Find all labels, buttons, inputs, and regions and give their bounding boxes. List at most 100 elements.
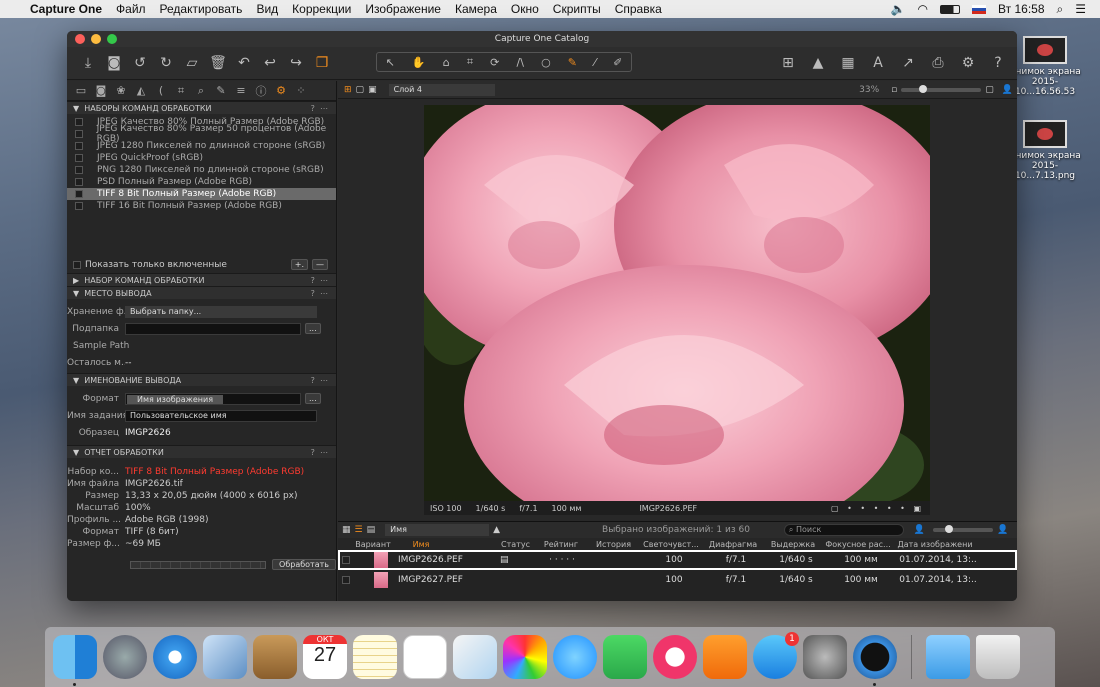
thumb-size-knob[interactable] <box>945 525 954 533</box>
section-process-recipes[interactable]: ▼ НАБОРЫ КОМАНД ОБРАБОТКИ? ⋯ <box>67 101 336 114</box>
help-icon[interactable]: ? <box>985 52 1011 74</box>
local-adjust-tab-icon[interactable]: ✎ <box>212 84 230 97</box>
exposure-tab-icon[interactable]: ◭ <box>132 84 150 97</box>
zoom-in-icon[interactable]: ▢ <box>985 85 994 95</box>
filmstrip-view-icon[interactable]: ▤ <box>367 525 376 535</box>
recipe-checkbox[interactable] <box>75 142 83 150</box>
reset-icon[interactable]: ↶ <box>231 52 257 74</box>
menu-view[interactable]: Вид <box>256 2 278 16</box>
zoom-button[interactable] <box>107 34 117 44</box>
recipe-item[interactable]: JPEG Качество 80% Размер 50 процентов (A… <box>67 124 336 144</box>
spot-removal-icon[interactable]: ○ <box>541 56 551 69</box>
section-controls-icon[interactable]: ? ⋯ <box>311 276 328 285</box>
recipe-checkbox[interactable] <box>75 202 83 210</box>
rotate-tool-icon[interactable]: ⟳ <box>490 56 499 69</box>
subfolder-more-button[interactable]: ... <box>305 323 321 334</box>
recipe-item[interactable]: JPEG QuickProof (sRGB) <box>67 152 336 164</box>
menu-file[interactable]: Файл <box>116 2 146 16</box>
system-preferences-icon[interactable] <box>803 635 847 679</box>
facetime-icon[interactable] <box>603 635 647 679</box>
folder-icon[interactable] <box>926 635 970 679</box>
section-output-location[interactable]: ▼ МЕСТО ВЫВОДА? ⋯ <box>67 286 336 299</box>
app-menu[interactable]: Capture One <box>30 2 102 16</box>
preview-icon[interactable] <box>453 635 497 679</box>
zoom-out-icon[interactable]: ▫ <box>891 85 897 95</box>
ibooks-icon[interactable] <box>703 635 747 679</box>
color-tab-icon[interactable]: ❀ <box>112 84 130 97</box>
itunes-icon[interactable] <box>653 635 697 679</box>
notes-icon[interactable] <box>353 635 397 679</box>
section-output-naming[interactable]: ▼ ИМЕНОВАНИЕ ВЫВОДА? ⋯ <box>67 373 336 386</box>
battery-icon[interactable] <box>940 4 961 14</box>
batch-tab-icon[interactable]: ⁘ <box>292 84 310 97</box>
menu-image[interactable]: Изображение <box>365 2 441 16</box>
loupe-icon[interactable]: ⌂ <box>443 56 450 69</box>
section-controls-icon[interactable]: ? ⋯ <box>311 448 328 457</box>
variants-icon[interactable]: ❐ <box>309 52 335 74</box>
show-enabled-checkbox[interactable] <box>73 260 81 269</box>
launchpad-icon[interactable] <box>103 635 147 679</box>
recipe-checkbox[interactable] <box>75 118 83 126</box>
menu-scripts[interactable]: Скрипты <box>553 2 601 16</box>
viewer-rating-icon[interactable]: ▢ • • • • • ▣ <box>831 504 924 513</box>
rotate-right-icon[interactable]: ↻ <box>153 52 179 74</box>
layer-select[interactable]: Слой 4 <box>388 83 495 96</box>
spotlight-icon[interactable]: ⌕ <box>1057 2 1064 17</box>
input-flag-icon[interactable] <box>972 4 987 14</box>
grid-view-icon[interactable]: ▦ <box>342 525 351 535</box>
format-field[interactable]: Имя изображения <box>125 392 301 405</box>
sort-direction-icon[interactable]: ▲ <box>493 525 500 535</box>
zoom-slider-knob[interactable] <box>919 84 928 93</box>
jobname-field[interactable]: Пользовательское имя <box>125 409 317 422</box>
crop-icon[interactable]: ⌗ <box>467 55 473 69</box>
format-more-button[interactable]: ... <box>305 393 321 404</box>
row-checkbox[interactable] <box>342 556 350 564</box>
safari-icon[interactable] <box>153 635 197 679</box>
section-controls-icon[interactable]: ? ⋯ <box>311 104 328 113</box>
remove-recipe-button[interactable]: — <box>312 259 328 270</box>
select-cursor-icon[interactable]: ↖ <box>386 56 395 69</box>
trash-icon[interactable]: 🗑 <box>205 52 231 74</box>
section-process-summary[interactable]: ▼ ОТЧЕТ ОБРАБОТКИ? ⋯ <box>67 445 336 458</box>
recipe-item[interactable]: PNG 1280 Пикселей по длинной стороне (sR… <box>67 164 336 176</box>
table-row[interactable]: IMGP2626.PEF ▤ · · · · · 100 f/7.1 1/640… <box>338 550 1017 570</box>
desktop-screenshot-1[interactable]: Снимок экрана 2015-10...16.56.53 <box>1006 36 1084 97</box>
picker-icon[interactable]: ⁄ <box>594 56 596 69</box>
print-icon[interactable]: ⎙ <box>925 52 951 74</box>
compare-icon[interactable]: ⊞ <box>775 52 801 74</box>
copy-adjustments-icon[interactable]: ↗ <box>895 52 921 74</box>
section-controls-icon[interactable]: ? ⋯ <box>311 376 328 385</box>
recipe-item[interactable]: TIFF 16 Bit Полный Размер (Adobe RGB) <box>67 200 336 212</box>
camera-icon[interactable]: ◙ <box>101 52 127 74</box>
recipe-item-selected[interactable]: TIFF 8 Bit Полный Размер (Adobe RGB) <box>67 188 336 200</box>
import-icon[interactable]: ⤓ <box>75 52 101 74</box>
row-checkbox[interactable] <box>342 576 350 584</box>
add-recipe-button[interactable]: +. <box>290 259 308 270</box>
menu-adjustments[interactable]: Коррекции <box>292 2 351 16</box>
thumb-size-slider[interactable] <box>933 525 994 533</box>
menu-help[interactable]: Справка <box>615 2 662 16</box>
redo-icon[interactable]: ↪ <box>283 52 309 74</box>
brush-icon[interactable]: ✎ <box>568 56 577 69</box>
menu-window[interactable]: Окно <box>511 2 539 16</box>
lens-tab-icon[interactable]: ( <box>152 84 170 97</box>
recipe-item[interactable]: JPEG 1280 Пикселей по длинной стороне (s… <box>67 140 336 152</box>
sort-select[interactable]: Имя <box>385 524 490 536</box>
user-icon[interactable]: 👤 <box>914 525 925 535</box>
keystone-icon[interactable]: /\ <box>517 56 524 69</box>
mail-icon[interactable] <box>203 635 247 679</box>
zoom-slider[interactable] <box>901 84 982 93</box>
move-icon[interactable]: ▱ <box>179 52 205 74</box>
capture-one-icon[interactable] <box>853 635 897 686</box>
menu-camera[interactable]: Камера <box>455 2 497 16</box>
capture-tab-icon[interactable]: ◙ <box>92 84 110 97</box>
single-view-icon[interactable]: ▢ <box>356 85 365 95</box>
settings-gear-icon[interactable]: ⚙ <box>955 52 981 74</box>
notification-center-icon[interactable]: ☰ <box>1075 2 1086 16</box>
details-tab-icon[interactable]: ⌕ <box>192 84 210 98</box>
table-row[interactable]: IMGP2627.PEF 100 f/7.1 1/640 s 100 мм 01… <box>338 570 1017 590</box>
text-icon[interactable]: A <box>865 52 891 74</box>
minimize-button[interactable] <box>91 34 101 44</box>
adjustments-tab-icon[interactable]: ≡ <box>232 84 250 97</box>
output-tab-icon[interactable]: ⚙ <box>272 84 290 97</box>
